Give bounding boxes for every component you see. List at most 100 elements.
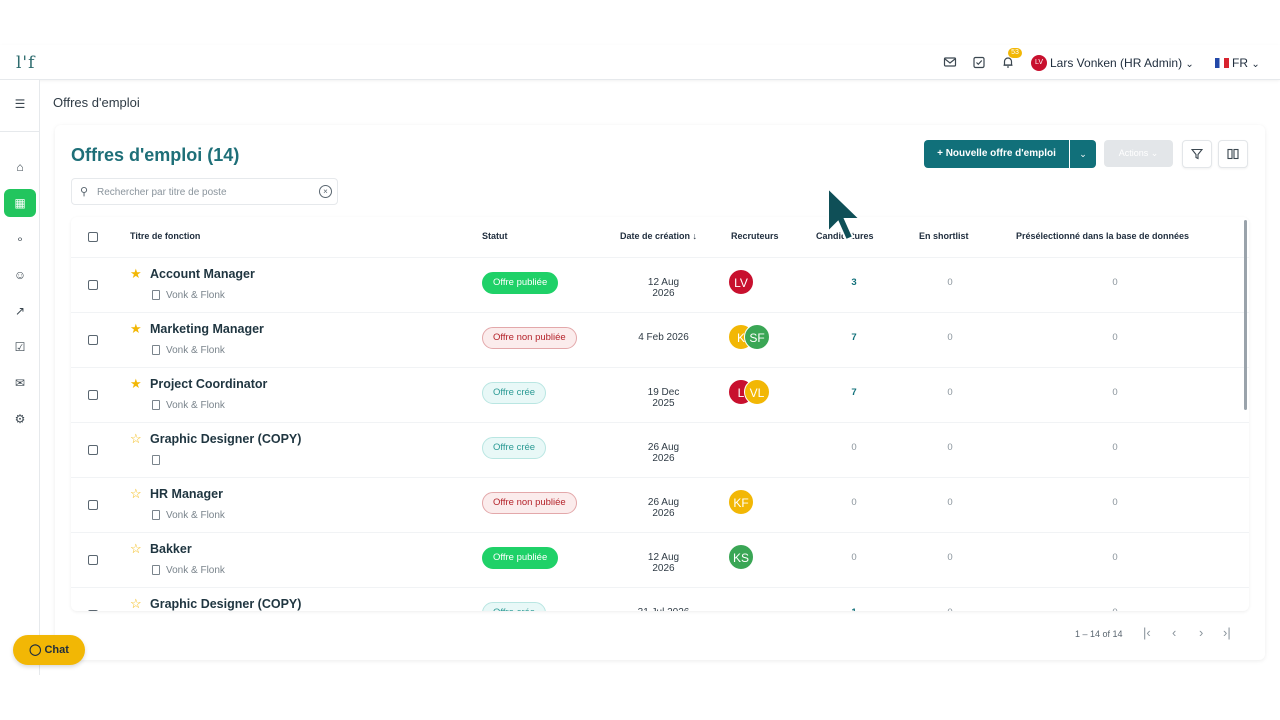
breadcrumb: Offres d'emploi: [53, 95, 140, 110]
preselected-count: 0: [1112, 332, 1118, 343]
recruiter-avatar[interactable]: KS: [728, 544, 754, 570]
status-badge: Offre publiée: [482, 272, 559, 294]
candidatures-count[interactable]: 3: [844, 277, 864, 288]
building-icon: [152, 345, 160, 355]
filter-button[interactable]: [1182, 140, 1212, 168]
job-title[interactable]: Bakker: [150, 542, 192, 556]
chat-icon: ◯: [29, 644, 42, 656]
candidatures-count[interactable]: 0: [844, 552, 864, 563]
favorite-star-icon[interactable]: ☆: [130, 597, 142, 611]
column-status[interactable]: Statut: [482, 231, 508, 241]
favorite-star-icon[interactable]: ★: [130, 322, 142, 336]
settings-icon[interactable]: ⚙: [4, 405, 36, 433]
favorite-star-icon[interactable]: ★: [130, 377, 142, 391]
recruiter-avatar[interactable]: VL: [744, 379, 770, 405]
table-row[interactable]: ☆ Bakker Vonk & Flonk Offre publiée 12 Aug 2…: [71, 532, 1249, 587]
recruiter-avatar[interactable]: LV: [728, 269, 754, 295]
search-input[interactable]: [97, 183, 307, 201]
row-checkbox[interactable]: [88, 390, 98, 400]
candidatures-count[interactable]: 7: [844, 387, 864, 398]
job-title[interactable]: HR Manager: [150, 487, 223, 501]
search-icon: ⚲: [80, 186, 89, 198]
next-page-icon[interactable]: ›: [1199, 625, 1203, 640]
shortlist-count: 0: [947, 387, 953, 398]
row-checkbox[interactable]: [88, 555, 98, 565]
job-title[interactable]: Graphic Designer (COPY): [150, 432, 301, 446]
user-avatar[interactable]: LV: [1031, 55, 1047, 71]
job-title[interactable]: Project Coordinator: [150, 377, 267, 391]
status-badge: Offre non publiée: [482, 492, 577, 514]
job-title[interactable]: Account Manager: [150, 267, 255, 281]
job-title[interactable]: Graphic Designer (COPY): [150, 597, 301, 611]
shortlist-count: 0: [940, 607, 960, 611]
actions-button[interactable]: Actions ⌄: [1104, 140, 1173, 167]
new-job-dropdown-button[interactable]: ⌄: [1070, 140, 1096, 168]
pagination-range: 1 – 14 of 14: [1075, 629, 1123, 639]
column-recruiters[interactable]: Recruteurs: [731, 231, 779, 241]
row-checkbox[interactable]: [88, 500, 98, 510]
preselected-count: 0: [1112, 552, 1118, 563]
analytics-icon[interactable]: ↗: [4, 297, 36, 325]
prev-page-icon[interactable]: ‹: [1172, 625, 1176, 640]
table-row[interactable]: ★ Account Manager Vonk & Flonk Offre publié…: [71, 257, 1249, 312]
table-row[interactable]: ☆ HR Manager Vonk & Flonk Offre non publiée…: [71, 477, 1249, 532]
user-name: Lars Vonken (HR Admin): [1050, 56, 1183, 70]
table-row[interactable]: ☆ Graphic Designer (COPY) Offre crée 26 Aug…: [71, 422, 1249, 477]
recruiter-avatar[interactable]: KF: [728, 489, 754, 515]
mail-icon[interactable]: ✉: [4, 369, 36, 397]
app-logo[interactable]: l'f: [16, 53, 35, 73]
column-date[interactable]: Date de création ↓: [620, 231, 697, 241]
candidatures-count[interactable]: 0: [844, 497, 864, 508]
favorite-star-icon[interactable]: ☆: [130, 542, 142, 556]
table-row[interactable]: ★ Marketing Manager Vonk & Flonk Offre non …: [71, 312, 1249, 367]
filter-icon: [1190, 148, 1204, 160]
candidates-icon[interactable]: ☺: [4, 261, 36, 289]
row-checkbox[interactable]: [88, 335, 98, 345]
first-page-icon[interactable]: |‹: [1143, 625, 1151, 640]
clear-search-icon[interactable]: ×: [319, 185, 332, 198]
page-title: Offres d'emploi (14): [71, 145, 240, 165]
recruiter-avatar[interactable]: SF: [744, 324, 770, 350]
column-date-label: Date de création: [620, 231, 691, 241]
column-preselected[interactable]: Présélectionné dans la base de données: [1016, 231, 1189, 241]
home-icon[interactable]: ⌂: [4, 153, 36, 181]
column-title[interactable]: Titre de fonction: [130, 231, 200, 241]
user-menu[interactable]: Lars Vonken (HR Admin) ⌄: [1050, 55, 1194, 73]
tasks-icon[interactable]: ☑: [4, 333, 36, 361]
candidatures-count[interactable]: 1: [844, 607, 864, 611]
candidatures-count[interactable]: 0: [844, 442, 864, 453]
status-badge: Offre crée: [482, 382, 547, 404]
table-row[interactable]: ☆ Graphic Designer (COPY) Offre crée 31 Jul…: [71, 587, 1249, 611]
row-checkbox[interactable]: [88, 445, 98, 455]
status-badge: Offre non publiée: [482, 327, 577, 349]
menu-icon[interactable]: ☰: [4, 90, 36, 118]
candidatures-count[interactable]: 7: [844, 332, 864, 343]
building-icon: [152, 565, 160, 575]
tasks-icon[interactable]: [972, 55, 986, 69]
columns-icon: [1227, 148, 1239, 160]
row-checkbox[interactable]: [88, 610, 98, 611]
columns-button[interactable]: [1218, 140, 1248, 168]
favorite-star-icon[interactable]: ★: [130, 267, 142, 281]
last-page-icon[interactable]: ›|: [1223, 625, 1231, 640]
job-title[interactable]: Marketing Manager: [150, 322, 264, 336]
shortlist-count: 0: [947, 497, 953, 508]
creation-date: 12 Aug 2026: [647, 552, 680, 574]
pipeline-icon[interactable]: ∘: [4, 225, 36, 253]
shortlist-count: 0: [947, 442, 953, 453]
status-badge: Offre publiée: [482, 547, 559, 569]
favorite-star-icon[interactable]: ☆: [130, 487, 142, 501]
favorite-star-icon[interactable]: ☆: [130, 432, 142, 446]
row-checkbox[interactable]: [88, 280, 98, 290]
chat-button[interactable]: ◯ Chat: [13, 635, 85, 665]
jobs-icon[interactable]: ▦: [4, 189, 36, 217]
select-all-checkbox[interactable]: [88, 232, 98, 242]
mail-icon[interactable]: [943, 55, 957, 69]
table-scrollbar[interactable]: [1244, 220, 1247, 410]
column-shortlist[interactable]: En shortlist: [919, 231, 969, 241]
language-selector[interactable]: FR ⌄: [1215, 55, 1260, 73]
search-box: ⚲ ×: [71, 178, 338, 205]
new-job-button[interactable]: + Nouvelle offre d'emploi: [924, 140, 1069, 168]
preselected-count: 0: [1112, 277, 1118, 288]
table-row[interactable]: ★ Project Coordinator Vonk & Flonk Offre cr…: [71, 367, 1249, 422]
